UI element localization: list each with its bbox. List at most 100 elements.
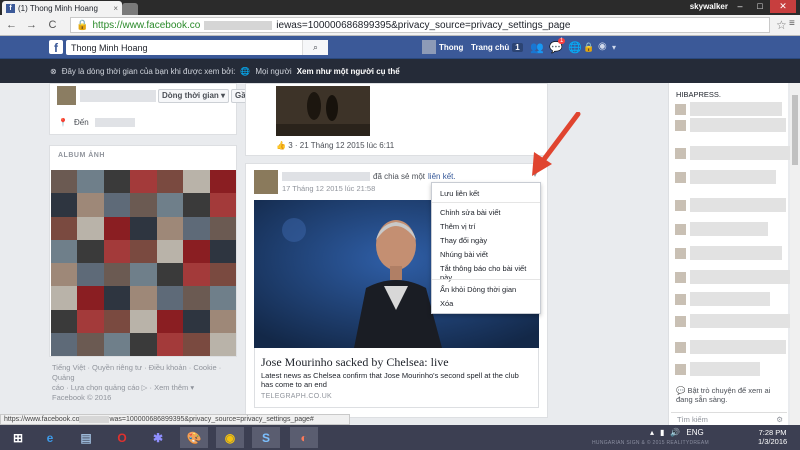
menu-item-change-date[interactable]: Thay đổi ngày [440, 236, 487, 245]
album-photo-tile[interactable] [183, 332, 210, 356]
album-photo-tile[interactable] [156, 193, 184, 217]
album-photo-tile[interactable] [77, 193, 104, 217]
photo-album-grid[interactable] [51, 170, 236, 356]
chat-contact-row[interactable] [675, 170, 776, 184]
new-tab-button[interactable] [122, 3, 138, 15]
url-bar[interactable]: 🔒 https://www.facebook.co iewas=10000068… [70, 17, 770, 33]
network-icon[interactable]: ▮ [660, 428, 664, 437]
bookmark-star-icon[interactable]: ☆ [776, 18, 787, 32]
album-photo-tile[interactable] [103, 263, 131, 287]
album-photo-tile[interactable] [51, 239, 78, 263]
browser-tab-active[interactable]: f (1) Thong Minh Hoang × [2, 1, 122, 15]
paint-icon[interactable]: 🎨 [180, 427, 208, 448]
album-photo-tile[interactable] [103, 170, 131, 194]
album-photo-tile[interactable] [209, 309, 236, 333]
album-photo-tile[interactable] [183, 263, 210, 287]
album-photo-tile[interactable] [183, 170, 210, 194]
album-photo-tile[interactable] [130, 193, 157, 217]
privacy-shortcuts-icon[interactable]: 🔒 [583, 42, 594, 53]
album-photo-tile[interactable] [77, 332, 104, 356]
account-menu-icon[interactable]: ◉ [598, 41, 607, 52]
album-photo-tile[interactable] [209, 332, 236, 356]
taskbar-clock[interactable]: 7:28 PM 1/3/2016 [758, 428, 787, 446]
facebook-logo[interactable]: f [49, 40, 63, 55]
chat-contact-row[interactable] [675, 222, 768, 236]
chat-contact-row[interactable] [675, 340, 786, 354]
menu-item-save-link[interactable]: Lưu liên kết [440, 189, 479, 198]
tab-close-icon[interactable]: × [113, 4, 118, 13]
sidebar-top-name[interactable]: HIBAPRESS. [676, 90, 721, 99]
up-arrow-icon[interactable]: ▴ [650, 428, 654, 437]
menu-item-delete[interactable]: Xóa [440, 299, 453, 308]
menu-item-embed-post[interactable]: Nhúng bài viết [440, 250, 488, 259]
album-photo-tile[interactable] [77, 309, 104, 333]
menu-item-add-location[interactable]: Thêm vị trí [440, 222, 475, 231]
album-photo-tile[interactable] [51, 193, 78, 217]
start-windows-icon[interactable]: ⊞ [4, 427, 32, 448]
album-photo-tile[interactable] [130, 239, 157, 263]
internet-explorer-icon[interactable]: e [36, 427, 64, 448]
file-explorer-icon[interactable]: ▤ [72, 427, 100, 448]
menu-item-hide-from-timeline[interactable]: Ẩn khỏi Dòng thời gian [440, 285, 516, 294]
chevron-down-icon[interactable]: ▾ [612, 43, 616, 52]
album-photo-tile[interactable] [51, 263, 78, 287]
album-photo-tile[interactable] [209, 216, 236, 240]
album-photo-tile[interactable] [51, 170, 78, 194]
post-link-word[interactable]: liên kết. [428, 172, 456, 181]
album-photo-tile[interactable] [183, 309, 210, 333]
album-photo-tile[interactable] [103, 239, 131, 263]
maximize-button[interactable]: □ [750, 0, 770, 13]
album-photo-tile[interactable] [51, 332, 78, 356]
album-photo-tile[interactable] [77, 170, 104, 194]
input-language[interactable]: ENG [686, 428, 703, 437]
previous-post-photo[interactable] [276, 86, 370, 136]
minimize-button[interactable]: – [730, 0, 750, 13]
scrollbar-thumb[interactable] [792, 95, 798, 165]
album-photo-tile[interactable] [77, 216, 104, 240]
album-photo-tile[interactable] [156, 263, 184, 287]
notifications-globe-icon[interactable]: 🌐 [568, 41, 582, 54]
album-photo-tile[interactable] [103, 309, 131, 333]
view-as-specific-link[interactable]: Xem như một người cụ thể [297, 67, 400, 76]
album-photo-tile[interactable] [77, 263, 104, 287]
turn-on-chat-link[interactable]: 💬 Bật trò chuyện để xem ai đang sẵn sàng… [676, 386, 786, 404]
chat-contact-row[interactable] [675, 314, 790, 328]
album-photo-tile[interactable] [130, 286, 157, 310]
back-button[interactable]: ← [4, 18, 19, 33]
header-profile-link[interactable]: Thong [422, 40, 463, 54]
chat-contact-row[interactable] [675, 118, 786, 132]
album-photo-tile[interactable] [130, 309, 157, 333]
chat-contact-row[interactable] [675, 102, 782, 116]
album-photo-tile[interactable] [209, 170, 236, 194]
chat-settings-icon[interactable]: ⚙ [776, 415, 783, 424]
home-link[interactable]: Trang chủ 1 [471, 43, 523, 52]
album-photo-tile[interactable] [183, 239, 210, 263]
close-icon[interactable]: ⊗ [50, 67, 57, 76]
album-photo-tile[interactable] [156, 286, 184, 310]
album-photo-tile[interactable] [156, 309, 184, 333]
browser-profile-name[interactable]: skywalker [690, 2, 728, 11]
article-title[interactable]: Jose Mourinho sacked by Chelsea: live [261, 355, 449, 370]
album-photo-tile[interactable] [130, 263, 157, 287]
album-photo-tile[interactable] [51, 216, 78, 240]
album-photo-tile[interactable] [130, 170, 157, 194]
album-photo-tile[interactable] [77, 286, 104, 310]
close-window-button[interactable]: ✕ [770, 0, 796, 13]
album-photo-tile[interactable] [183, 193, 210, 217]
post-timestamp[interactable]: 17 Tháng 12 2015 lúc 21:58 [282, 184, 375, 193]
album-photo-tile[interactable] [103, 193, 131, 217]
chat-contact-row[interactable] [675, 246, 782, 260]
album-photo-tile[interactable] [103, 216, 131, 240]
chat-contact-row[interactable] [675, 292, 770, 306]
album-photo-tile[interactable] [156, 239, 184, 263]
settings-gear-icon[interactable]: ✱ [144, 427, 172, 448]
album-photo-tile[interactable] [209, 286, 236, 310]
reload-button[interactable]: C [45, 18, 60, 33]
album-photo-tile[interactable] [209, 263, 236, 287]
chat-contact-row[interactable] [675, 362, 760, 376]
album-photo-tile[interactable] [209, 239, 236, 263]
album-photo-tile[interactable] [183, 286, 210, 310]
album-photo-tile[interactable] [103, 332, 131, 356]
chat-contact-row[interactable] [675, 270, 790, 284]
avatar[interactable] [254, 170, 278, 194]
